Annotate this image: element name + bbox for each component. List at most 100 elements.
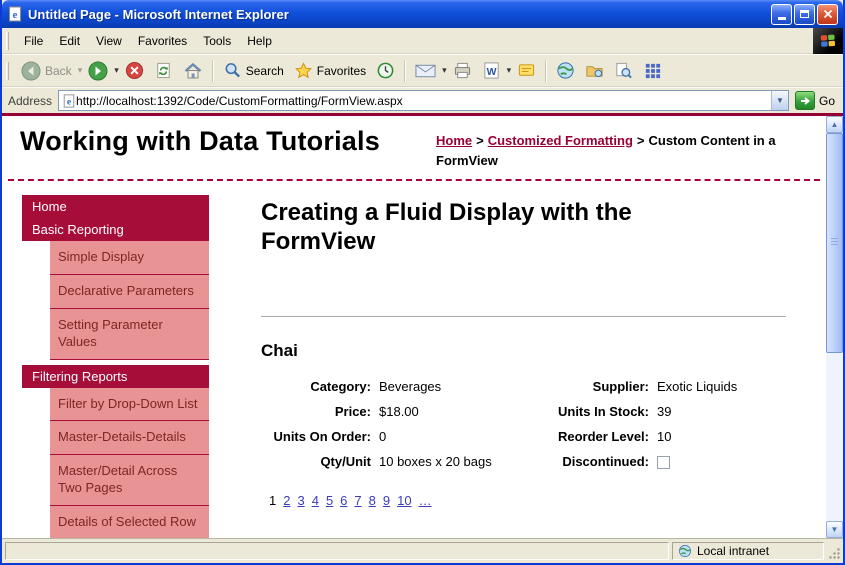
field-value: Exotic Liquids — [655, 379, 786, 394]
product-fields: Category: Beverages Supplier: Exotic Liq… — [261, 379, 786, 469]
discontinued-checkbox[interactable] — [657, 456, 670, 469]
sidebar-item-home[interactable]: Home — [22, 195, 209, 218]
pager-link[interactable]: … — [419, 493, 432, 508]
scroll-thumb[interactable] — [826, 133, 843, 353]
mail-button[interactable] — [410, 60, 441, 82]
pager-link[interactable]: 2 — [283, 493, 290, 508]
pager-link[interactable]: 9 — [383, 493, 390, 508]
menu-tools[interactable]: Tools — [195, 31, 239, 51]
svg-text:e: e — [67, 96, 72, 107]
toolbar-separator — [212, 60, 214, 82]
minimize-icon — [778, 17, 786, 20]
globe-icon — [556, 61, 575, 80]
main-content: Creating a Fluid Display with the FormVi… — [261, 195, 786, 538]
pager-link[interactable]: 3 — [297, 493, 304, 508]
sidebar-item-master-detail-across-two-pages[interactable]: Master/Detail Across Two Pages — [50, 455, 209, 506]
sidebar-item-filter-by-drop-down-list[interactable]: Filter by Drop-Down List — [50, 388, 209, 422]
address-input-wrap: e ▼ — [58, 90, 789, 111]
print-icon — [453, 61, 472, 80]
field-label: Units In Stock: — [499, 404, 655, 419]
forward-dropdown[interactable]: ▾ — [113, 63, 120, 78]
maximize-button[interactable] — [794, 4, 815, 25]
discuss-button[interactable] — [512, 58, 541, 83]
print-button[interactable] — [448, 58, 477, 83]
pager-link[interactable]: 7 — [354, 493, 361, 508]
menu-edit[interactable]: Edit — [51, 31, 88, 51]
toolbar-separator — [404, 60, 406, 82]
menu-file[interactable]: File — [16, 31, 51, 51]
field-label: Reorder Level: — [499, 429, 655, 444]
breadcrumb-separator: > — [476, 133, 484, 148]
sidebar-section-basic-reporting[interactable]: Basic Reporting — [22, 218, 209, 241]
security-zone-pane: Local intranet — [672, 542, 824, 560]
stop-button[interactable] — [120, 58, 149, 83]
site-title: Working with Data Tutorials — [20, 126, 380, 170]
research-icon — [614, 61, 633, 80]
vertical-scrollbar[interactable]: ▲ ▼ — [826, 116, 843, 538]
sidebar-item-declarative-parameters[interactable]: Declarative Parameters — [50, 275, 209, 309]
globe-tool-button[interactable] — [551, 58, 580, 83]
browser-window: e Untitled Page - Microsoft Internet Exp… — [0, 0, 845, 565]
minimize-button[interactable] — [771, 4, 792, 25]
search-button[interactable]: Search — [218, 58, 289, 83]
menu-help[interactable]: Help — [239, 31, 280, 51]
grid-tool-button[interactable] — [638, 58, 667, 83]
stop-icon — [125, 61, 144, 80]
close-button[interactable] — [817, 4, 838, 25]
address-dropdown-button[interactable]: ▼ — [771, 91, 788, 110]
pager-current-page: 1 — [269, 493, 276, 508]
back-button[interactable]: Back — [16, 58, 77, 84]
field-label: Units On Order: — [261, 429, 377, 444]
edit-word-icon: W — [482, 61, 501, 80]
mail-dropdown[interactable]: ▾ — [441, 63, 448, 78]
field-value: Beverages — [377, 379, 499, 394]
history-icon — [376, 61, 395, 80]
pager: 1 2 3 4 5 6 7 8 9 10 … — [269, 493, 786, 508]
refresh-button[interactable] — [149, 58, 178, 83]
sidebar-item-setting-parameter-values[interactable]: Setting Parameter Values — [50, 309, 209, 360]
menu-favorites[interactable]: Favorites — [130, 31, 195, 51]
menu-view[interactable]: View — [88, 31, 130, 51]
sidebar-item-details-of-selected-row[interactable]: Details of Selected Row — [50, 506, 209, 538]
windows-logo — [813, 28, 843, 54]
grid-icon — [643, 61, 662, 80]
pager-link[interactable]: 8 — [369, 493, 376, 508]
field-label: Supplier: — [499, 379, 655, 394]
sidebar-item-master-details-details[interactable]: Master-Details-Details — [50, 421, 209, 455]
site-header: Working with Data Tutorials Home > Customi… — [2, 116, 826, 170]
field-label: Category: — [261, 379, 377, 394]
address-page-icon: e — [62, 94, 76, 108]
sidebar-item-simple-display[interactable]: Simple Display — [50, 241, 209, 275]
address-input[interactable] — [76, 91, 771, 110]
svg-text:e: e — [13, 9, 18, 21]
edit-button[interactable]: W — [477, 58, 506, 83]
menu-bar: File Edit View Favorites Tools Help — [2, 28, 843, 54]
field-value: 39 — [655, 404, 786, 419]
scroll-up-button[interactable]: ▲ — [826, 116, 843, 133]
pager-link[interactable]: 6 — [340, 493, 347, 508]
resize-grip[interactable] — [827, 542, 841, 560]
scroll-down-button[interactable]: ▼ — [826, 521, 843, 538]
forward-button[interactable] — [83, 58, 113, 84]
pager-link[interactable]: 5 — [326, 493, 333, 508]
back-icon — [21, 61, 41, 81]
breadcrumb: Home>Customized Formatting>Custom Conten… — [436, 126, 816, 170]
close-icon — [823, 9, 833, 19]
search-icon — [223, 61, 242, 80]
address-bar: Address e ▼ Go — [2, 87, 843, 113]
research-button[interactable] — [609, 58, 638, 83]
pager-link[interactable]: 10 — [397, 493, 411, 508]
web-folder-button[interactable] — [580, 58, 609, 83]
home-button[interactable] — [178, 58, 208, 84]
sidebar-section-filtering-reports[interactable]: Filtering Reports — [22, 365, 209, 388]
mail-icon — [415, 63, 436, 79]
breadcrumb-section-link[interactable]: Customized Formatting — [488, 133, 633, 148]
scroll-track[interactable] — [826, 133, 843, 521]
breadcrumb-home-link[interactable]: Home — [436, 133, 472, 148]
favorites-button[interactable]: Favorites — [289, 58, 371, 83]
go-button[interactable]: Go — [795, 91, 837, 110]
pager-link[interactable]: 4 — [312, 493, 319, 508]
history-button[interactable] — [371, 58, 400, 83]
field-value — [655, 454, 786, 469]
folder-globe-icon — [585, 61, 604, 80]
